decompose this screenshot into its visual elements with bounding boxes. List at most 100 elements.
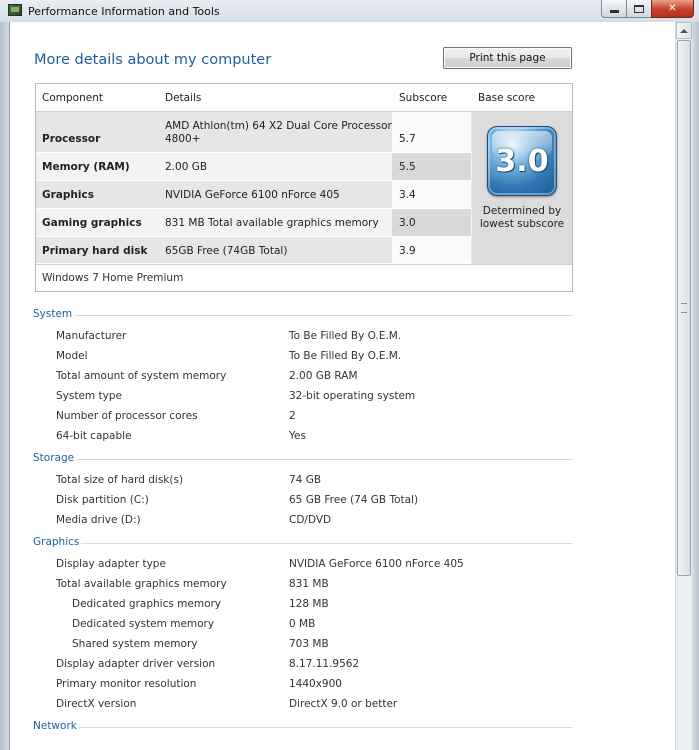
component-details: AMD Athlon(tm) 64 X2 Dual Core Processor…	[165, 120, 392, 145]
section-title: System	[33, 308, 73, 320]
detail-value: 703 MB	[289, 638, 329, 650]
subscore-value: 3.4	[399, 189, 416, 201]
close-button[interactable]: ✕	[651, 0, 694, 18]
maximize-button[interactable]	[626, 0, 652, 18]
detail-value: 74 GB	[289, 474, 322, 486]
detail-label: Total amount of system memory	[56, 370, 227, 382]
title-bar: Performance Information and Tools ✕	[0, 0, 699, 22]
detail-value: To Be Filled By O.E.M.	[289, 350, 402, 362]
header-base-score: Base score	[478, 92, 536, 104]
detail-value: 831 MB	[289, 578, 329, 590]
detail-value: 2.00 GB RAM	[289, 370, 358, 382]
detail-label: 64-bit capable	[56, 430, 132, 442]
detail-label: Model	[56, 350, 88, 362]
score-table: Component Details Subscore Base score Pr…	[35, 83, 573, 292]
detail-value: 0 MB	[289, 618, 316, 630]
page-title: More details about my computer	[34, 52, 272, 68]
component-details: 65GB Free (74GB Total)	[165, 245, 288, 257]
subscore-value: 5.5	[399, 161, 416, 173]
detail-label: Shared system memory	[72, 638, 198, 650]
component-name: Processor	[42, 133, 101, 145]
subscore-value: 3.9	[399, 245, 416, 257]
scroll-up-arrow-icon	[680, 28, 688, 33]
section-divider	[77, 459, 573, 460]
component-name: Gaming graphics	[42, 217, 142, 229]
section-title: Graphics	[33, 536, 80, 548]
base-score-panel: 3.0 Determined by lowest subscore	[472, 112, 572, 264]
subscore-value: 3.0	[399, 217, 416, 229]
detail-label: Disk partition (C:)	[56, 494, 149, 506]
detail-label: Primary monitor resolution	[56, 678, 197, 690]
detail-label: Display adapter driver version	[56, 658, 216, 670]
detail-value: NVIDIA GeForce 6100 nForce 405	[289, 558, 464, 570]
section-divider	[75, 315, 573, 316]
detail-value: DirectX 9.0 or better	[289, 698, 398, 710]
score-row-memory: Memory (RAM) 2.00 GB 5.5	[36, 153, 472, 181]
performance-app-icon	[8, 4, 22, 16]
windows-edition: Windows 7 Home Premium	[36, 264, 572, 292]
detail-label: System type	[56, 390, 122, 402]
caption-line: Determined by	[482, 205, 562, 217]
section-header-graphics: Graphics	[33, 536, 573, 548]
detail-value: Yes	[289, 430, 306, 442]
score-row-processor: Processor AMD Athlon(tm) 64 X2 Dual Core…	[36, 112, 472, 153]
section-header-system: System	[33, 308, 573, 320]
minimize-icon	[609, 9, 619, 13]
section-header-network: Network	[33, 720, 573, 732]
detail-label: Media drive (D:)	[56, 514, 141, 526]
score-row-primary-hard-disk: Primary hard disk 65GB Free (74GB Total)…	[36, 237, 472, 264]
score-table-header: Component Details Subscore Base score	[36, 84, 572, 112]
content-area: More details about my computer Print thi…	[9, 22, 675, 750]
header-subscore: Subscore	[399, 92, 448, 104]
detail-value: To Be Filled By O.E.M.	[289, 330, 402, 342]
detail-value: 65 GB Free (74 GB Total)	[289, 494, 419, 506]
subscore-cell: 3.4	[392, 181, 471, 208]
detail-value: 8.17.11.9562	[289, 658, 360, 670]
minimize-button[interactable]	[601, 0, 627, 18]
section-title: Network	[33, 720, 77, 732]
component-details: 2.00 GB	[165, 161, 208, 173]
detail-label: Dedicated system memory	[72, 618, 215, 630]
detail-value: CD/DVD	[289, 514, 332, 526]
subscore-cell: 3.9	[392, 237, 471, 263]
detail-label: Dedicated graphics memory	[72, 598, 222, 610]
base-score-caption: Determined by lowest subscore	[472, 205, 572, 231]
details-line: 4800+	[165, 133, 201, 145]
close-icon: ✕	[668, 3, 677, 14]
detail-value: 2	[289, 410, 296, 422]
base-score-badge-icon: 3.0	[487, 126, 557, 196]
detail-value: 128 MB	[289, 598, 329, 610]
scroll-up-button[interactable]	[676, 22, 692, 39]
subscore-cell: 5.5	[392, 153, 471, 180]
detail-label: Number of processor cores	[56, 410, 198, 422]
subscore-cell: 5.7	[392, 112, 471, 152]
print-page-button[interactable]: Print this page	[443, 47, 572, 69]
score-row-graphics: Graphics NVIDIA GeForce 6100 nForce 405 …	[36, 181, 472, 209]
section-header-storage: Storage	[33, 452, 573, 464]
caption-line: lowest subscore	[479, 218, 565, 230]
subscore-value: 5.7	[399, 133, 416, 145]
detail-value: 32-bit operating system	[289, 390, 416, 402]
component-name: Graphics	[42, 189, 94, 201]
component-name: Primary hard disk	[42, 245, 148, 257]
component-details: NVIDIA GeForce 6100 nForce 405	[165, 189, 340, 201]
detail-label: Display adapter type	[56, 558, 166, 570]
window-title: Performance Information and Tools	[28, 5, 220, 18]
header-component: Component	[42, 92, 103, 104]
base-score-value: 3.0	[495, 143, 549, 179]
detail-label: Total available graphics memory	[56, 578, 227, 590]
maximize-icon	[634, 4, 644, 13]
detail-label: Total size of hard disk(s)	[56, 474, 184, 486]
component-name: Memory (RAM)	[42, 161, 130, 173]
vertical-scrollbar[interactable]	[675, 22, 692, 750]
section-title: Storage	[33, 452, 75, 464]
detail-label: DirectX version	[56, 698, 137, 710]
score-row-gaming-graphics: Gaming graphics 831 MB Total available g…	[36, 209, 472, 237]
component-details: 831 MB Total available graphics memory	[165, 217, 379, 229]
header-details: Details	[165, 92, 202, 104]
section-divider	[79, 727, 573, 728]
scroll-thumb[interactable]	[677, 40, 691, 576]
window-frame-left	[0, 22, 9, 750]
details-line: AMD Athlon(tm) 64 X2 Dual Core Processor	[165, 120, 392, 132]
detail-value: 1440x900	[289, 678, 342, 690]
